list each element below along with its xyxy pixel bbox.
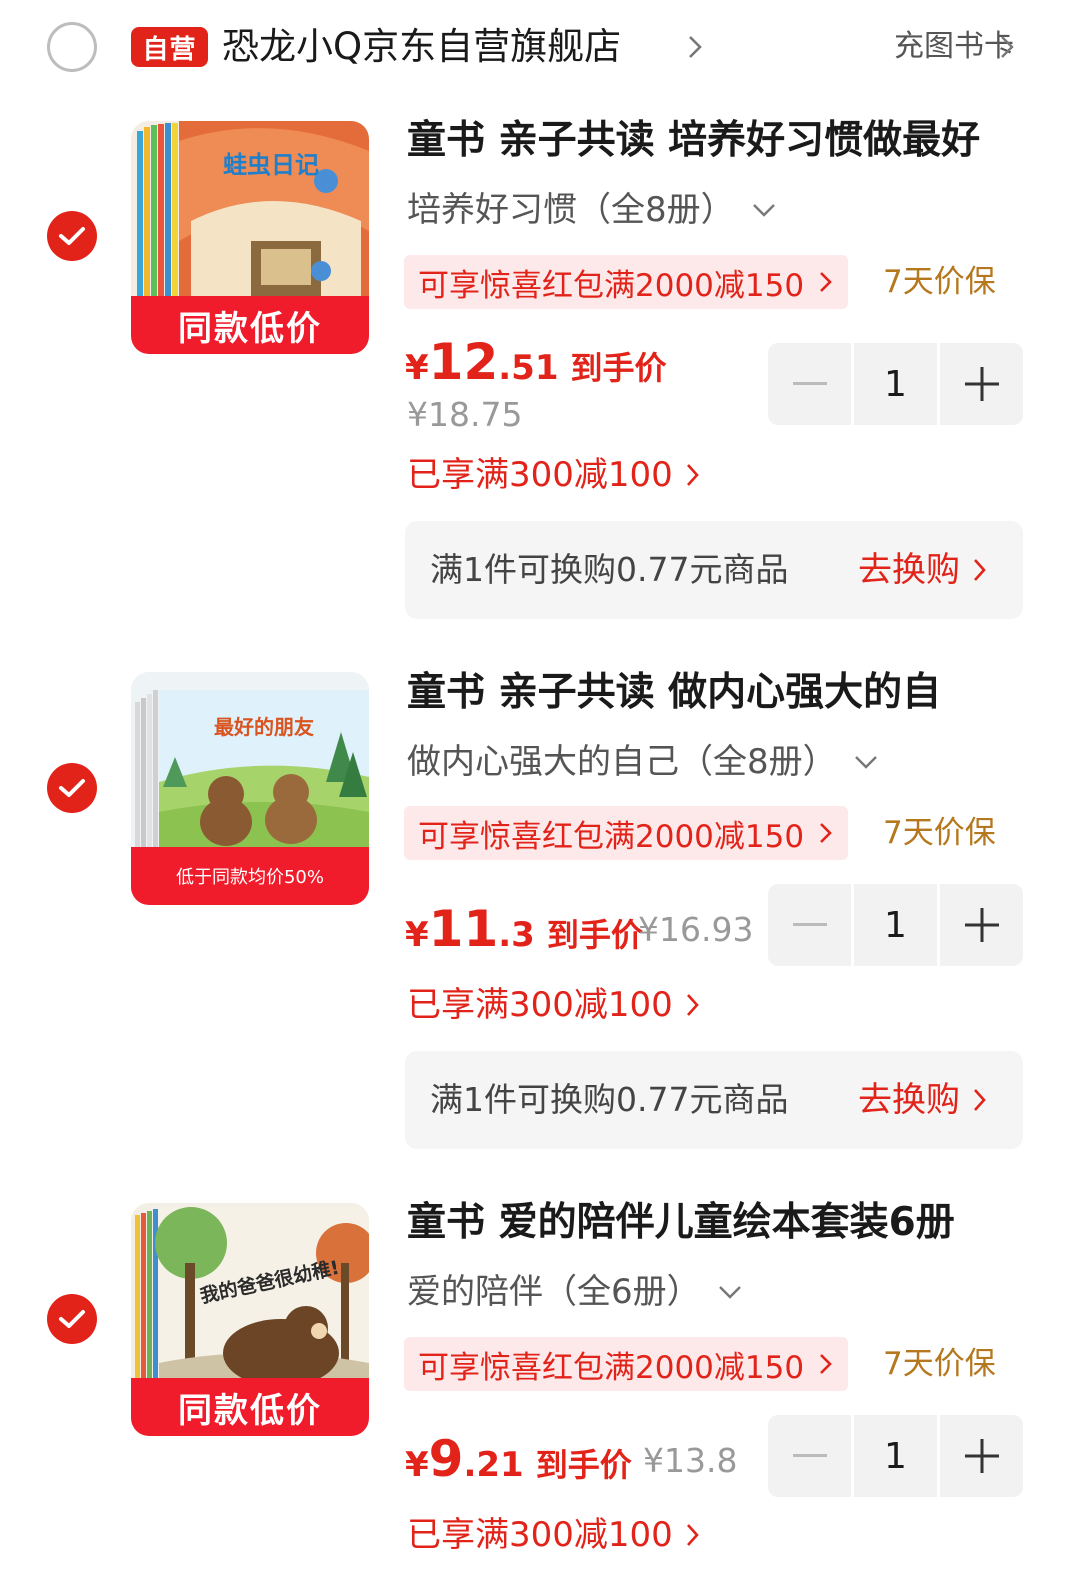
chevron-down-icon bbox=[752, 204, 775, 217]
chevron-right-icon bbox=[974, 1089, 986, 1111]
chevron-down-icon bbox=[718, 1286, 741, 1299]
product-title[interactable]: 童书 爱的陪伴儿童绘本套装6册 bbox=[407, 1196, 1027, 1250]
item-checkbox-checked[interactable] bbox=[47, 763, 97, 813]
discount-label: 已享满300减100 bbox=[407, 1515, 673, 1555]
quantity-stepper: 1 bbox=[768, 343, 1023, 425]
chevron-right-icon bbox=[686, 994, 699, 1016]
price-guarantee: 7天价保 bbox=[883, 1346, 996, 1382]
exchange-offer: 满1件可换购0.77元商品 去换购 bbox=[405, 1051, 1023, 1149]
red-packet-promo[interactable]: 可享惊喜红包满2000减150 bbox=[404, 1337, 849, 1391]
increase-button[interactable] bbox=[940, 1415, 1023, 1497]
decrease-button[interactable] bbox=[768, 884, 851, 966]
chevron-right-icon[interactable] bbox=[683, 34, 707, 60]
increase-button[interactable] bbox=[940, 343, 1023, 425]
low-price-tag: 同款低价 bbox=[131, 296, 369, 354]
original-price: ¥16.93 bbox=[638, 910, 754, 949]
variant-selector[interactable]: 做内心强大的自己（全8册） bbox=[407, 739, 879, 785]
final-price-label: 到手价 bbox=[535, 1446, 632, 1484]
price-decimal: .21 bbox=[463, 1445, 524, 1485]
discount-label: 已享满300减100 bbox=[407, 985, 673, 1025]
currency-symbol: ¥ bbox=[405, 348, 429, 388]
item-checkbox-checked[interactable] bbox=[47, 211, 97, 261]
quantity-value[interactable]: 1 bbox=[854, 343, 937, 425]
applied-discount[interactable]: 已享满300减100 bbox=[407, 982, 701, 1028]
final-price: ¥ 9 .21 到手价 bbox=[405, 1430, 632, 1488]
chevron-down-icon bbox=[854, 756, 877, 769]
applied-discount[interactable]: 已享满300减100 bbox=[407, 452, 701, 498]
promo-label: 可享惊喜红包满2000减150 bbox=[418, 1349, 805, 1386]
minus-icon bbox=[792, 1454, 827, 1457]
exchange-offer-text: 满1件可换购0.77元商品 bbox=[430, 550, 789, 589]
cover-title: 最好的朋友 bbox=[214, 715, 314, 739]
store-name[interactable]: 恐龙小Q京东自营旗舰店 bbox=[222, 22, 621, 72]
applied-discount[interactable]: 已享满300减100 bbox=[407, 1512, 701, 1558]
quantity-value[interactable]: 1 bbox=[854, 1415, 937, 1497]
store-header: 自营 恐龙小Q京东自营旗舰店 充图书卡 bbox=[0, 0, 1080, 96]
chevron-right-icon bbox=[974, 559, 986, 581]
price-decimal: .3 bbox=[498, 915, 535, 955]
plus-icon bbox=[964, 1439, 999, 1473]
item-checkbox-checked[interactable] bbox=[47, 1294, 97, 1344]
exchange-offer: 满1件可换购0.77元商品 去换购 bbox=[405, 521, 1023, 619]
product-title[interactable]: 童书 亲子共读 做内心强大的自 bbox=[407, 666, 1027, 720]
final-price: ¥ 11 .3 到手价 bbox=[405, 900, 643, 958]
quantity-stepper: 1 bbox=[768, 884, 1023, 966]
chevron-right-icon bbox=[686, 1524, 699, 1546]
discount-label: 已享满300减100 bbox=[407, 455, 673, 495]
product-thumbnail[interactable]: 蛙虫日记 同款低价 bbox=[131, 121, 369, 354]
chevron-right-icon bbox=[820, 1354, 832, 1374]
checkmark-icon bbox=[59, 227, 85, 245]
variant-label: 做内心强大的自己（全8册） bbox=[407, 742, 837, 782]
currency-symbol: ¥ bbox=[405, 915, 429, 955]
exchange-button[interactable]: 去换购 bbox=[858, 1077, 988, 1123]
self-operated-badge: 自营 bbox=[131, 27, 208, 67]
exchange-button[interactable]: 去换购 bbox=[858, 547, 988, 593]
decrease-button[interactable] bbox=[768, 343, 851, 425]
red-packet-promo[interactable]: 可享惊喜红包满2000减150 bbox=[404, 806, 849, 860]
product-thumbnail[interactable]: 我的爸爸很幼稚! 同款低价 bbox=[131, 1203, 369, 1436]
exchange-offer-text: 满1件可换购0.77元商品 bbox=[430, 1080, 789, 1119]
store-select-checkbox[interactable] bbox=[47, 22, 97, 72]
quantity-stepper: 1 bbox=[768, 1415, 1023, 1497]
plus-icon bbox=[964, 908, 999, 942]
decrease-button[interactable] bbox=[768, 1415, 851, 1497]
low-price-tag: 同款低价 bbox=[131, 1378, 369, 1436]
chevron-right-icon[interactable] bbox=[996, 34, 1018, 60]
checkmark-icon bbox=[59, 779, 85, 797]
original-price: ¥18.75 bbox=[407, 395, 523, 434]
variant-label: 爱的陪伴（全6册） bbox=[407, 1272, 701, 1312]
minus-icon bbox=[792, 923, 827, 926]
promo-label: 可享惊喜红包满2000减150 bbox=[418, 267, 805, 304]
final-price-label: 到手价 bbox=[546, 916, 643, 954]
exchange-button-label: 去换购 bbox=[858, 550, 960, 590]
price-integer: 11 bbox=[428, 900, 499, 958]
currency-symbol: ¥ bbox=[405, 1445, 429, 1485]
price-decimal: .51 bbox=[498, 348, 559, 388]
exchange-button-label: 去换购 bbox=[858, 1080, 960, 1120]
price-integer: 12 bbox=[428, 333, 499, 391]
chevron-right-icon bbox=[686, 464, 699, 486]
product-title[interactable]: 童书 亲子共读 培养好习惯做最好 bbox=[407, 114, 1027, 168]
variant-selector[interactable]: 爱的陪伴（全6册） bbox=[407, 1269, 743, 1315]
red-packet-promo[interactable]: 可享惊喜红包满2000减150 bbox=[404, 255, 849, 309]
final-price: ¥ 12 .51 到手价 bbox=[405, 333, 667, 391]
quantity-value[interactable]: 1 bbox=[854, 884, 937, 966]
final-price-label: 到手价 bbox=[570, 349, 667, 387]
checkmark-icon bbox=[59, 1310, 85, 1328]
plus-icon bbox=[964, 367, 999, 401]
price-guarantee: 7天价保 bbox=[883, 815, 996, 851]
price-compare-tag: 低于同款均价50% bbox=[131, 847, 369, 905]
increase-button[interactable] bbox=[940, 884, 1023, 966]
chevron-right-icon bbox=[820, 823, 832, 843]
price-guarantee: 7天价保 bbox=[883, 264, 996, 300]
product-thumbnail[interactable]: 最好的朋友 低于同款均价50% bbox=[131, 672, 369, 905]
minus-icon bbox=[792, 382, 827, 385]
promo-label: 可享惊喜红包满2000减150 bbox=[418, 818, 805, 855]
variant-selector[interactable]: 培养好习惯（全8册） bbox=[407, 187, 777, 233]
chevron-right-icon bbox=[820, 272, 832, 292]
variant-label: 培养好习惯（全8册） bbox=[407, 190, 735, 230]
cover-title: 蛙虫日记 bbox=[223, 151, 319, 179]
original-price: ¥13.8 bbox=[643, 1441, 738, 1480]
price-integer: 9 bbox=[428, 1430, 464, 1488]
